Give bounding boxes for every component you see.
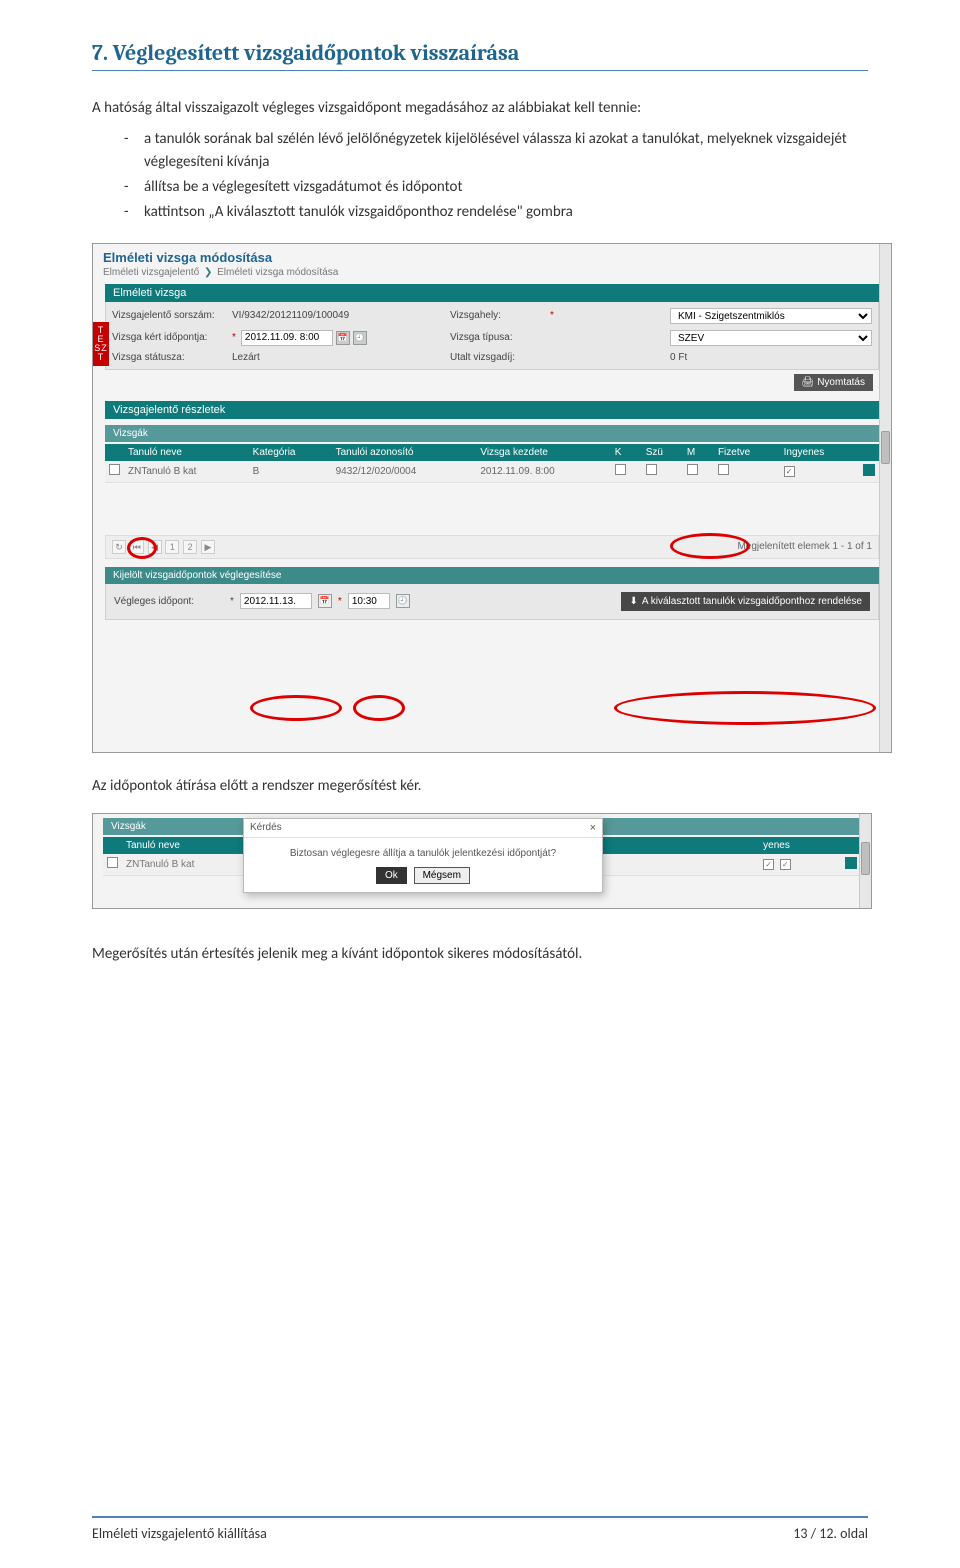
footer-right: 13 / 12. oldal xyxy=(793,1525,868,1542)
vertical-scrollbar[interactable] xyxy=(879,244,891,752)
print-button[interactable]: 🖨 Nyomtatás xyxy=(794,374,874,391)
printer-icon: 🖨 xyxy=(802,377,815,388)
form-grid: Vizsgajelentő sorszám: VI/9342/20121109/… xyxy=(105,302,879,370)
page-2[interactable]: 2 xyxy=(183,540,197,554)
col-fizetve: Fizetve xyxy=(714,444,780,461)
breadcrumb: Elméleti vizsgajelentő ❯ Elméleti vizsga… xyxy=(103,267,881,278)
grid-icon[interactable] xyxy=(863,464,875,476)
breadcrumb-item: Elméleti vizsga módosítása xyxy=(217,267,338,278)
input-vegleges-time[interactable] xyxy=(348,593,390,609)
ok-button[interactable]: Ok xyxy=(376,867,407,884)
footer-rule xyxy=(92,1516,868,1518)
section-bar-elmeleti-vizsga: Elméleti vizsga xyxy=(105,284,879,302)
value-sorszam: VI/9342/20121109/100049 xyxy=(232,310,450,321)
select-vizsga-tipus[interactable]: SZEV xyxy=(670,330,872,346)
col-m: M xyxy=(683,444,714,461)
students-table: Tanuló neve Kategória Tanulói azonosító … xyxy=(105,444,879,483)
cell-name: ZNTanuló B kat xyxy=(124,461,249,483)
row-checkbox[interactable] xyxy=(107,857,118,868)
calendar-icon[interactable]: 📅 xyxy=(318,594,332,608)
grid-icon[interactable] xyxy=(845,857,857,869)
label-vizsga-tipus: Vizsga típusa: xyxy=(450,332,550,343)
cell-chk-fizetve[interactable] xyxy=(718,464,729,475)
section-heading: 7. Véglegesített vizsgaidőpontok visszaí… xyxy=(92,40,868,71)
label-utalt-dij: Utalt vizsgadíj: xyxy=(450,352,550,363)
cell-taz: 9432/12/020/0004 xyxy=(332,461,477,483)
screenshot-1: T E SZ T Elméleti vizsga módosítása Elmé… xyxy=(92,243,892,753)
mid-paragraph-2: Megerősítés után értesítés jelenik meg a… xyxy=(92,945,868,963)
calendar-icon[interactable]: 📅 xyxy=(336,331,350,345)
col-k: K xyxy=(611,444,642,461)
cell-chk[interactable]: ✓ xyxy=(780,859,791,870)
section-bar-kijelolt: Kijelölt vizsgaidőpontok véglegesítése xyxy=(105,567,879,584)
page-1[interactable]: 1 xyxy=(165,540,179,554)
section-bar-reszletek[interactable]: Vizsgajelentő részletek xyxy=(105,401,879,419)
assign-schedule-button[interactable]: ⬇ A kiválasztott tanulók vizsgaidőpontho… xyxy=(621,592,870,611)
prev-page-icon[interactable]: ◀ xyxy=(148,540,162,554)
cell-chk-k[interactable] xyxy=(615,464,626,475)
col-ingyenes: Ingyenes xyxy=(780,444,859,461)
label-statusz: Vizsga státusza: xyxy=(112,352,232,363)
input-kert-idopont[interactable] xyxy=(241,330,333,346)
cell-chk-ingyenes[interactable]: ✓ xyxy=(784,466,795,477)
cell-kat: B xyxy=(249,461,332,483)
req-asterisk: * xyxy=(232,332,236,343)
section-bar-vizsgak: Vizsgák xyxy=(105,425,879,442)
vertical-scrollbar[interactable] xyxy=(859,814,871,908)
req-asterisk: * xyxy=(230,596,234,607)
refresh-icon[interactable]: ↻ xyxy=(112,540,126,554)
label-vegleges-idopont: Végleges időpont: xyxy=(114,596,224,607)
dialog-title: Kérdés xyxy=(250,822,282,834)
col-yenes: yenes xyxy=(759,837,841,854)
label-vizsgahely: Vizsgahely: xyxy=(450,310,550,321)
cell-chk[interactable]: ✓ xyxy=(763,859,774,870)
value-statusz: Lezárt xyxy=(232,352,450,363)
list-item: a tanulók sorának bal szélén lévő jelölő… xyxy=(124,128,868,175)
col-vizsga-kezdete: Vizsga kezdete xyxy=(476,444,610,461)
intro-paragraph: A hatóság által visszaigazolt végleges v… xyxy=(92,97,868,120)
label-sorszam: Vizsgajelentő sorszám: xyxy=(112,310,232,321)
footer-left: Elméleti vizsgajelentő kiállítása xyxy=(92,1525,267,1542)
col-tanulo-neve: Tanuló neve xyxy=(124,444,249,461)
col-actions xyxy=(859,444,879,461)
pager-controls[interactable]: ↻ ⏮ ◀ 1 2 ▶ xyxy=(112,540,216,554)
list-item: kattintson „A kiválasztott tanulók vizsg… xyxy=(124,201,868,224)
table-row[interactable]: ZNTanuló B kat B 9432/12/020/0004 2012.1… xyxy=(105,461,879,483)
col-szu: Szü xyxy=(642,444,683,461)
breadcrumb-item[interactable]: Elméleti vizsgajelentő xyxy=(103,267,199,278)
pager-info: Megjelenített elemek 1 - 1 of 1 xyxy=(737,541,872,552)
clock-icon[interactable]: 🕘 xyxy=(396,594,410,608)
select-vizsgahely[interactable]: KMI - Szigetszentmiklós xyxy=(670,308,872,324)
mid-paragraph-1: Az időpontok átírása előtt a rendszer me… xyxy=(92,777,868,795)
next-page-icon[interactable]: ▶ xyxy=(201,540,215,554)
cell-chk-m[interactable] xyxy=(687,464,698,475)
dialog-message: Biztosan véglegesre állítja a tanulók je… xyxy=(244,838,602,867)
req-asterisk: * xyxy=(550,310,668,321)
close-icon[interactable]: × xyxy=(590,822,596,834)
cancel-button[interactable]: Mégsem xyxy=(414,867,470,884)
list-item: állítsa be a véglegesített vizsgadátumot… xyxy=(124,176,868,199)
chevron-right-icon: ❯ xyxy=(204,267,212,278)
input-vegleges-date[interactable] xyxy=(240,593,312,609)
confirm-dialog: Kérdés × Biztosan véglegesre állítja a t… xyxy=(243,818,603,893)
label-kert-idopont: Vizsga kért időpontja: xyxy=(112,332,232,343)
download-icon: ⬇ xyxy=(629,596,637,607)
page-title: Elméleti vizsga módosítása xyxy=(103,250,881,265)
teszt-badge: T E SZ T xyxy=(93,322,109,366)
row-checkbox[interactable] xyxy=(109,464,120,475)
screenshot-2: Vizsgák Tanuló neve Kategó yenes ZNTanul… xyxy=(92,813,872,909)
clock-icon[interactable]: 🕘 xyxy=(353,331,367,345)
cell-chk-szu[interactable] xyxy=(646,464,657,475)
col-kategoria: Kategória xyxy=(249,444,332,461)
first-page-icon[interactable]: ⏮ xyxy=(130,540,144,554)
col-tanulo-azon: Tanulói azonosító xyxy=(332,444,477,461)
instruction-list: a tanulók sorának bal szélén lévő jelölő… xyxy=(124,128,868,225)
value-utalt-dij: 0 Ft xyxy=(670,352,872,363)
cell-kezd: 2012.11.09. 8:00 xyxy=(476,461,610,483)
col-checkbox xyxy=(105,444,124,461)
